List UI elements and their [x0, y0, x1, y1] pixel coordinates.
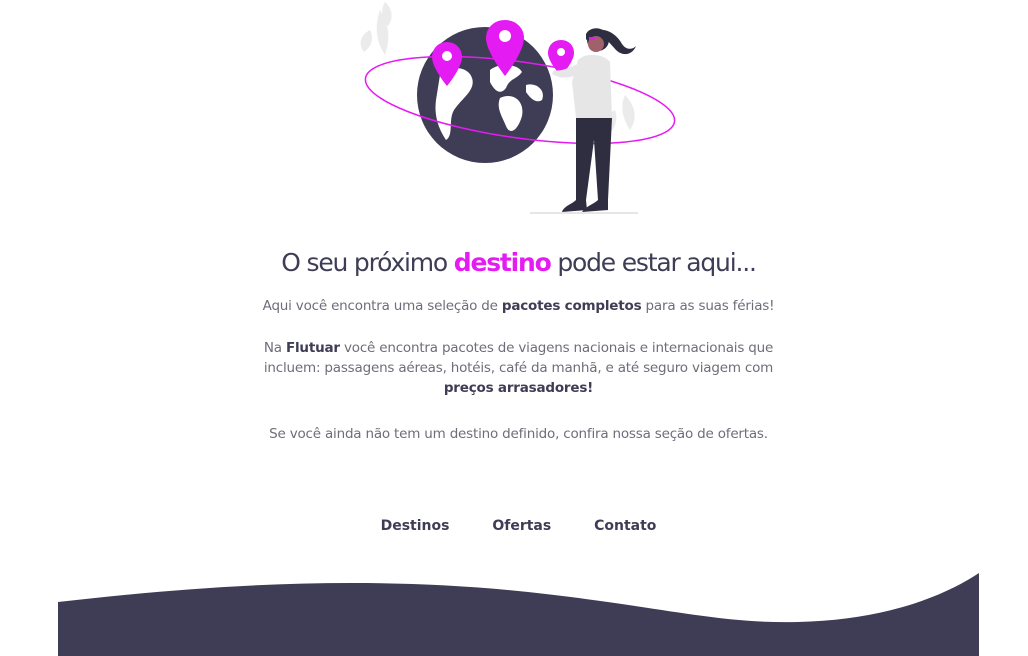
offers-paragraph: Se você ainda não tem um destino definid…: [269, 426, 768, 442]
intro-paragraph: Aqui você encontra uma seleção de pacote…: [262, 298, 775, 314]
landing-page: O seu próximo destino pode estar aqui...…: [0, 0, 1028, 656]
footer-wave: [58, 573, 979, 656]
nav-link-contato[interactable]: Contato: [594, 518, 656, 534]
nav-link-ofertas[interactable]: Ofertas: [492, 518, 551, 534]
description-paragraph: Na Flutuar você encontra pacotes de viag…: [263, 340, 774, 396]
footer-nav: Destinos Ofertas Contato: [0, 518, 1028, 534]
globe-travel-illustration: [360, 2, 676, 214]
nav-link-destinos[interactable]: Destinos: [381, 518, 450, 534]
page-title: O seu próximo destino pode estar aqui...: [281, 248, 757, 277]
headline-accent: destino: [453, 248, 552, 277]
